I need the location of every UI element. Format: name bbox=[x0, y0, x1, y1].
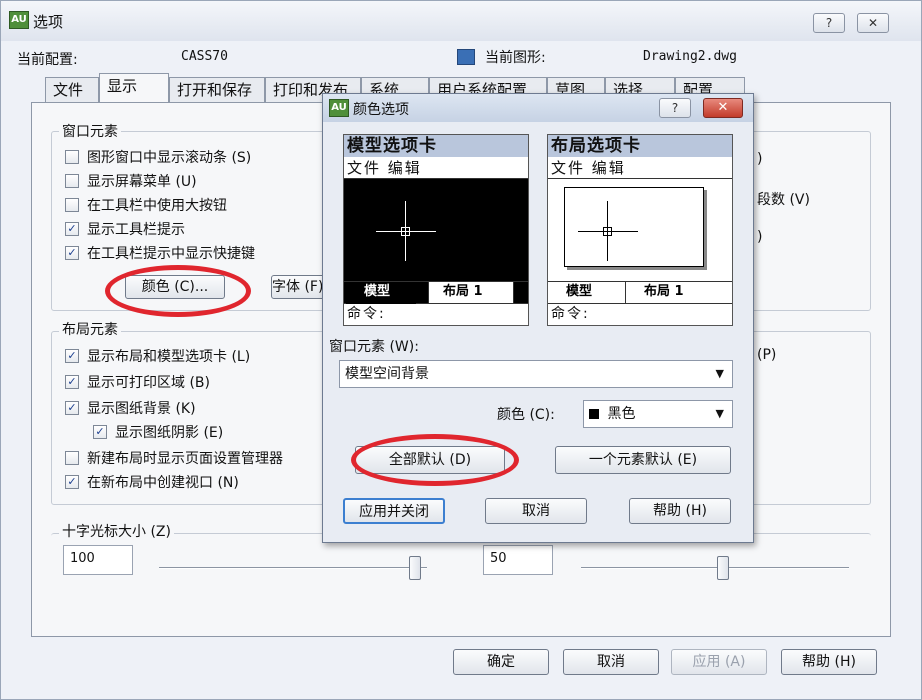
color-options-dialog: AU 颜色选项 ? ✕ 模型选项卡 文件 编辑 模型 布局 1 命令: 布局选项… bbox=[322, 93, 754, 543]
crosshair-slider-track[interactable] bbox=[159, 567, 427, 569]
chevron-down-icon: ▼ bbox=[715, 407, 724, 420]
dialog-app-icon: AU bbox=[329, 99, 349, 117]
model-preview-tab-model: 模型 bbox=[346, 282, 416, 304]
apply-close-button[interactable]: 应用并关闭 bbox=[343, 498, 445, 524]
partial-text-4: (P) bbox=[757, 347, 777, 363]
cancel-button[interactable]: 取消 bbox=[563, 649, 659, 675]
chevron-down-icon: ▼ bbox=[715, 367, 724, 380]
label-page-setup-manager: 新建布局时显示页面设置管理器 bbox=[87, 451, 283, 467]
checkbox-printable-area[interactable]: ✓ bbox=[65, 375, 79, 389]
checkbox-paper-shadow[interactable]: ✓ bbox=[93, 425, 107, 439]
model-tab-preview: 模型选项卡 文件 编辑 模型 布局 1 命令: bbox=[343, 134, 529, 326]
title-bar[interactable]: AU 选项 ? ✕ bbox=[1, 1, 921, 41]
window-title: 选项 bbox=[33, 13, 64, 31]
crosshair-legend: 十字光标大小 (Z) bbox=[59, 521, 174, 541]
window-element-select[interactable]: 模型空间背景 ▼ bbox=[339, 360, 733, 388]
checkbox-create-viewport[interactable]: ✓ bbox=[65, 475, 79, 489]
help-button[interactable]: 帮助 (H) bbox=[781, 649, 877, 675]
model-preview-cmd: 命令: bbox=[344, 303, 528, 325]
layout-preview-tabs: 模型 布局 1 bbox=[548, 281, 732, 304]
current-profile-label: 当前配置: bbox=[17, 52, 78, 68]
layout-tab-preview: 布局选项卡 文件 编辑 模型 布局 1 命令: bbox=[547, 134, 733, 326]
dialog-cancel-button[interactable]: 取消 bbox=[485, 498, 587, 524]
window-element-label: 窗口元素 (W): bbox=[329, 339, 419, 355]
layout-elements-legend: 布局元素 bbox=[59, 319, 121, 339]
checkbox-scrollbars[interactable] bbox=[65, 150, 79, 164]
dialog-help-icon[interactable]: ? bbox=[659, 98, 691, 118]
checkbox-page-setup-manager[interactable] bbox=[65, 451, 79, 465]
fade-slider-track[interactable] bbox=[581, 567, 849, 569]
highlight-ellipse-colors bbox=[105, 265, 251, 317]
fonts-button[interactable]: 字体 (F)... bbox=[271, 275, 327, 299]
model-preview-tab-layout: 布局 1 bbox=[428, 282, 514, 304]
label-scrollbars: 图形窗口中显示滚动条 (S) bbox=[87, 150, 252, 166]
layout-background[interactable] bbox=[548, 179, 732, 281]
tab-open-save[interactable]: 打开和保存 bbox=[169, 77, 265, 103]
window-elements-legend: 窗口元素 bbox=[59, 121, 121, 141]
color-value: 黑色 bbox=[607, 406, 636, 422]
close-icon[interactable]: ✕ bbox=[857, 13, 889, 33]
dialog-help-button[interactable]: 帮助 (H) bbox=[629, 498, 731, 524]
current-drawing-label: 当前图形: bbox=[485, 50, 546, 66]
app-icon: AU bbox=[9, 11, 29, 29]
window-element-value: 模型空间背景 bbox=[345, 366, 429, 382]
layout-preview-menu: 文件 编辑 bbox=[548, 157, 732, 179]
model-space-background[interactable] bbox=[344, 179, 528, 281]
layout-preview-tab-layout: 布局 1 bbox=[644, 284, 684, 299]
label-printable-area: 显示可打印区域 (B) bbox=[87, 375, 210, 391]
crosshair-size-input[interactable]: 100 bbox=[63, 545, 133, 575]
dialog-close-icon[interactable]: ✕ bbox=[703, 98, 743, 118]
layout-preview-header: 布局选项卡 bbox=[548, 135, 732, 157]
layout-preview-tab-model: 模型 bbox=[550, 282, 626, 304]
drawing-icon bbox=[457, 49, 475, 65]
checkbox-screen-menu[interactable] bbox=[65, 174, 79, 188]
label-layout-model-tabs: 显示布局和模型选项卡 (L) bbox=[87, 349, 251, 365]
checkbox-tooltips[interactable]: ✓ bbox=[65, 222, 79, 236]
label-create-viewport: 在新布局中创建视口 (N) bbox=[87, 475, 239, 491]
partial-text-1: ) bbox=[757, 151, 763, 167]
checkbox-shortcut-keys[interactable]: ✓ bbox=[65, 246, 79, 260]
crosshair-slider-thumb[interactable] bbox=[409, 556, 421, 580]
current-profile-value: CASS70 bbox=[181, 49, 228, 64]
color-select[interactable]: 黑色 ▼ bbox=[583, 400, 733, 428]
fade-slider-thumb[interactable] bbox=[717, 556, 729, 580]
current-drawing-value: Drawing2.dwg bbox=[643, 49, 737, 64]
label-paper-shadow: 显示图纸阴影 (E) bbox=[115, 425, 224, 441]
checkbox-paper-background[interactable]: ✓ bbox=[65, 401, 79, 415]
label-screen-menu: 显示屏幕菜单 (U) bbox=[87, 174, 197, 190]
label-shortcut-keys: 在工具栏提示中显示快捷键 bbox=[87, 246, 255, 262]
partial-text-2: 段数 (V) bbox=[757, 192, 810, 208]
apply-button[interactable]: 应用 (A) bbox=[671, 649, 767, 675]
fade-input[interactable]: 50 bbox=[483, 545, 553, 575]
checkbox-layout-model-tabs[interactable]: ✓ bbox=[65, 349, 79, 363]
tab-display[interactable]: 显示 bbox=[99, 73, 169, 103]
tab-files[interactable]: 文件 bbox=[45, 77, 99, 103]
highlight-ellipse-restore-all bbox=[351, 434, 519, 486]
layout-preview-cmd: 命令: bbox=[548, 303, 732, 325]
label-large-buttons: 在工具栏中使用大按钮 bbox=[87, 198, 227, 214]
ok-button[interactable]: 确定 bbox=[453, 649, 549, 675]
dialog-title-bar[interactable]: AU 颜色选项 ? ✕ bbox=[323, 94, 753, 122]
color-swatch-icon bbox=[589, 409, 599, 419]
restore-element-default-button[interactable]: 一个元素默认 (E) bbox=[555, 446, 731, 474]
model-preview-menu: 文件 编辑 bbox=[344, 157, 528, 179]
label-tooltips: 显示工具栏提示 bbox=[87, 222, 185, 238]
partial-text-3: ) bbox=[757, 229, 763, 245]
layout-crosshair-pickbox bbox=[603, 227, 612, 236]
model-preview-header: 模型选项卡 bbox=[344, 135, 528, 157]
label-paper-background: 显示图纸背景 (K) bbox=[87, 401, 196, 417]
dialog-title: 颜色选项 bbox=[353, 102, 409, 118]
layout-paper bbox=[564, 187, 704, 267]
crosshair-pickbox bbox=[401, 227, 410, 236]
checkbox-large-buttons[interactable] bbox=[65, 198, 79, 212]
model-preview-tabs: 模型 布局 1 bbox=[344, 281, 528, 304]
help-icon[interactable]: ? bbox=[813, 13, 845, 33]
color-label: 颜色 (C): bbox=[497, 407, 555, 423]
